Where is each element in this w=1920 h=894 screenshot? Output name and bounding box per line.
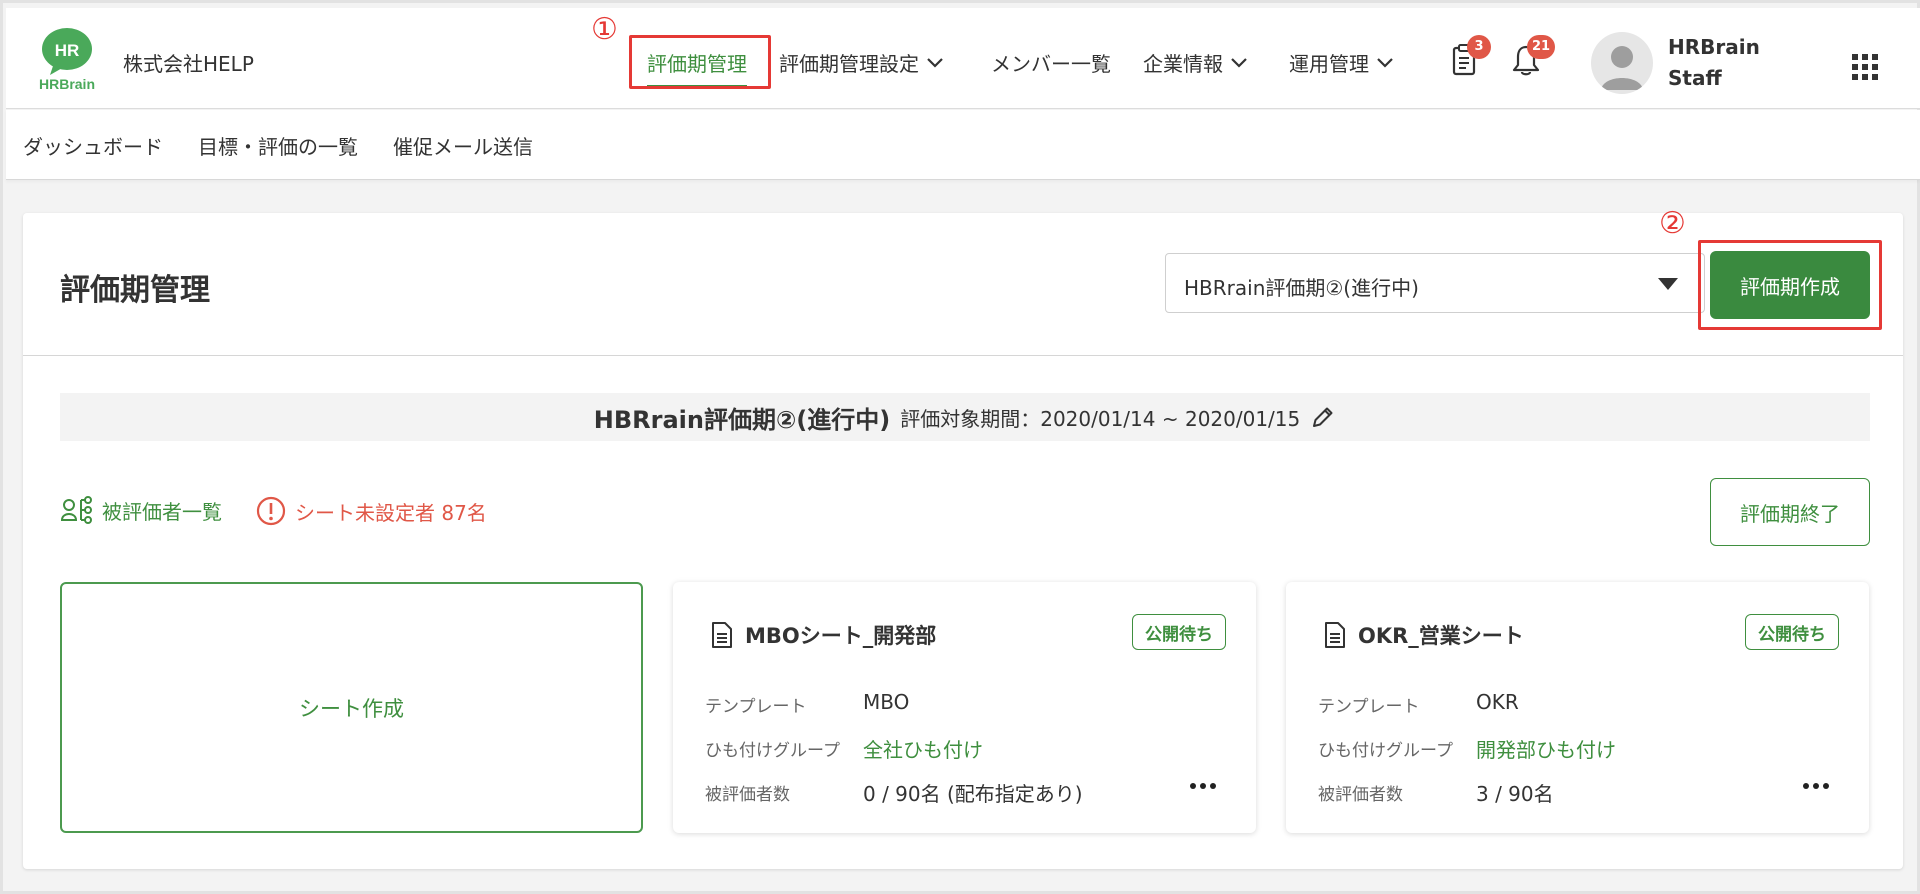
evaluatee-count-value: 0 / 90名 (配布指定あり) <box>863 782 1083 806</box>
sheet-card[interactable]: MBOシート_開発部 公開待ち テンプレート MBO ひも付けグループ 全社ひも… <box>673 582 1256 833</box>
end-period-button[interactable]: 評価期終了 <box>1710 478 1870 546</box>
unassigned-label: シート未設定者 87名 <box>295 500 487 525</box>
group-link[interactable]: 全社ひも付け <box>863 734 983 763</box>
chevron-down-icon <box>927 57 943 68</box>
app-frame: HR HRBrain 株式会社HELP 評価期管理 ① 評価期管理設定 メンバー… <box>0 0 1920 894</box>
sub-navigation: ダッシュボード 目標・評価の一覧 催促メール送信 <box>6 110 1920 180</box>
logo-wordmark: HRBrain <box>39 76 95 92</box>
user-name-line2: Staff <box>1668 66 1722 90</box>
pencil-icon[interactable] <box>1310 404 1336 430</box>
nav-company-info[interactable]: 企業情報 <box>1143 48 1249 77</box>
subnav-reminder-email[interactable]: 催促メール送信 <box>393 131 533 160</box>
period-banner-name: HBRrain評価期②(進行中) <box>593 405 891 434</box>
evaluatee-count-label: 被評価者数 <box>705 785 790 805</box>
avatar[interactable] <box>1591 32 1653 94</box>
step2-marker: ② <box>1659 206 1686 241</box>
more-options-icon[interactable] <box>1803 778 1833 794</box>
nav-member-list[interactable]: メンバー一覧 <box>991 48 1111 77</box>
apps-grid-icon[interactable] <box>1851 53 1879 81</box>
tasks-button[interactable]: 3 <box>1447 35 1491 85</box>
nav-operations[interactable]: 運用管理 <box>1289 48 1395 77</box>
group-label: ひも付けグループ <box>1318 741 1453 761</box>
more-options-icon[interactable] <box>1190 778 1220 794</box>
org-tree-icon <box>60 496 92 524</box>
step2-highlight <box>1698 240 1882 330</box>
evaluatee-count-value: 3 / 90名 <box>1476 782 1554 806</box>
template-value: MBO <box>863 690 910 714</box>
company-name: 株式会社HELP <box>123 52 254 76</box>
evaluatee-count-label: 被評価者数 <box>1318 785 1403 805</box>
user-name[interactable]: HRBrain Staff <box>1668 32 1760 94</box>
chevron-down-icon <box>1231 57 1247 68</box>
logo-mark-text: HR <box>55 41 80 60</box>
user-silhouette-icon <box>1601 46 1643 90</box>
template-value: OKR <box>1476 690 1519 714</box>
subnav-dashboard[interactable]: ダッシュボード <box>23 131 163 160</box>
card-divider <box>23 355 1903 356</box>
document-icon <box>712 622 732 648</box>
evaluation-period-card: 評価期管理 HBRrain評価期②(進行中) 評価期作成 ② HBRrain評価… <box>23 209 1903 869</box>
notifications-count-badge: 21 <box>1527 35 1556 59</box>
caret-down-icon <box>1658 278 1678 290</box>
group-label: ひも付けグループ <box>705 741 840 761</box>
group-link[interactable]: 開発部ひも付け <box>1476 734 1616 763</box>
evaluatee-list-label: 被評価者一覧 <box>102 499 222 524</box>
period-select-value: HBRrain評価期②(進行中) <box>1184 276 1419 300</box>
status-badge: 公開待ち <box>1132 614 1226 650</box>
sheet-title: MBOシート_開発部 <box>709 620 936 650</box>
subnav-goals-evaluations[interactable]: 目標・評価の一覧 <box>198 131 358 160</box>
step1-highlight <box>629 35 771 89</box>
top-header: HR HRBrain 株式会社HELP 評価期管理 ① 評価期管理設定 メンバー… <box>6 8 1920 109</box>
unassigned-sheet-link[interactable]: シート未設定者 87名 <box>255 495 487 527</box>
step1-marker: ① <box>591 12 618 47</box>
page-title: 評価期管理 <box>60 273 210 308</box>
tasks-count-badge: 3 <box>1467 35 1491 59</box>
period-banner: HBRrain評価期②(進行中) 評価対象期間：2020/01/14 ~ 202… <box>60 393 1870 441</box>
sheet-card[interactable]: OKR_営業シート 公開待ち テンプレート OKR ひも付けグループ 開発部ひも… <box>1286 582 1869 833</box>
notifications-button[interactable]: 21 <box>1509 35 1556 85</box>
evaluatee-list-link[interactable]: 被評価者一覧 <box>60 495 222 525</box>
hrbrain-logo[interactable]: HR HRBrain <box>34 25 100 93</box>
period-banner-range: 評価対象期間：2020/01/14 ~ 2020/01/15 <box>900 406 1301 431</box>
create-sheet-button[interactable]: シート作成 <box>60 582 643 833</box>
nav-label: 企業情報 <box>1143 52 1223 76</box>
sheet-title: OKR_営業シート <box>1322 620 1524 650</box>
template-label: テンプレート <box>1318 697 1420 717</box>
sheet-title-text: MBOシート_開発部 <box>745 624 937 648</box>
document-icon <box>1325 622 1345 648</box>
status-badge: 公開待ち <box>1745 614 1839 650</box>
sheet-title-text: OKR_営業シート <box>1358 624 1524 648</box>
nav-period-settings[interactable]: 評価期管理設定 <box>779 48 945 77</box>
template-label: テンプレート <box>705 697 807 717</box>
chevron-down-icon <box>1377 57 1393 68</box>
alert-circle-icon <box>256 496 286 526</box>
nav-label: 評価期管理設定 <box>779 52 919 76</box>
user-name-line1: HRBrain <box>1668 35 1760 59</box>
period-select[interactable]: HBRrain評価期②(進行中) <box>1165 253 1705 313</box>
nav-label: 運用管理 <box>1289 52 1369 76</box>
nav-label: メンバー一覧 <box>991 52 1111 76</box>
